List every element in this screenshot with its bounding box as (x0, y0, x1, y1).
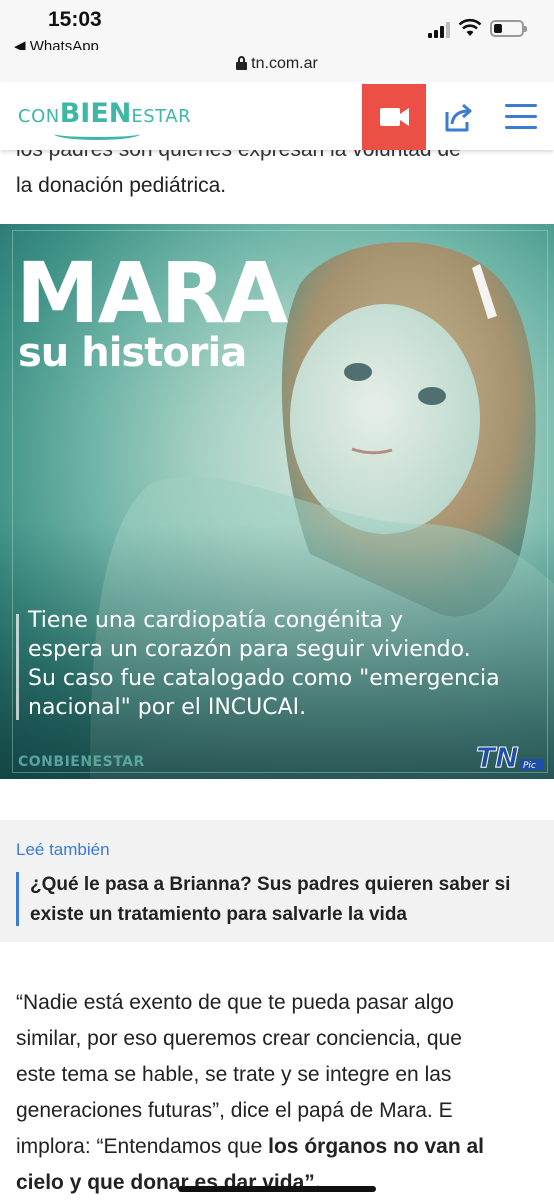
hero-brand-watermark: CONBIENESTAR (18, 754, 145, 770)
hamburger-menu-icon[interactable] (500, 104, 540, 130)
logo-suffix: ESTAR (131, 106, 192, 127)
quote-paragraph: “Nadie está exento de que te pueda pasar… (16, 985, 544, 1200)
logo-smile (54, 128, 140, 140)
quote-line-prefix: implora: “Entendamos que (16, 1135, 269, 1158)
battery-icon (490, 20, 527, 37)
home-indicator[interactable] (178, 1186, 376, 1192)
lead-text-line: la donación pediátrica. (16, 174, 227, 197)
logo-prefix: CON (18, 106, 60, 127)
related-label: Leé también (16, 840, 110, 859)
hero-title: MARA (16, 244, 288, 342)
quote-line: este tema se hable, se trate y se integr… (16, 1063, 452, 1086)
hero-caption: Tiene una cardiopatía congénita y espera… (28, 606, 554, 722)
related-article-link[interactable]: ¿Qué le pasa a Brianna? Sus padres quier… (30, 870, 540, 930)
quote-line: “Nadie está exento de que te pueda pasar… (16, 991, 454, 1014)
status-bar: 15:03 ◀ WhatsApp (0, 0, 554, 56)
wifi-icon (458, 18, 482, 36)
url-text: tn.com.ar (251, 55, 318, 72)
caption-line: Su caso fue catalogado como "emergencia (28, 666, 500, 691)
caption-line: espera un corazón para seguir viviendo. (28, 637, 471, 662)
quote-line-bold: los órganos no van al (268, 1135, 485, 1158)
related-article-box[interactable]: Leé también ¿Qué le pasa a Brianna? Sus … (0, 820, 554, 942)
cellular-signal-icon (428, 22, 452, 38)
conbienestar-logo[interactable]: CONBIENESTAR (18, 98, 192, 140)
quote-line: implora: “Entendamos que los órganos no … (16, 1129, 544, 1165)
caption-line: nacional" por el INCUCAI. (28, 695, 307, 720)
tn-logo-badge: Pic (523, 761, 536, 771)
related-bar (16, 872, 19, 926)
logo-main: BIEN (59, 98, 132, 129)
site-header: CONBIENESTAR (0, 84, 554, 150)
status-time: 15:03 (48, 8, 102, 31)
caption-bar (16, 614, 19, 720)
tn-logo: TN Pic (476, 742, 544, 772)
quote-line: generaciones futuras”, dice el papá de M… (16, 1099, 453, 1122)
hero-subtitle: su historia (18, 330, 247, 376)
video-button[interactable] (362, 84, 426, 150)
share-icon[interactable] (438, 98, 478, 136)
address-bar[interactable]: tn.com.ar (0, 50, 554, 82)
tn-logo-text: TN (476, 742, 519, 772)
video-camera-icon (380, 108, 409, 126)
lock-icon (236, 56, 248, 70)
caption-line: Tiene una cardiopatía congénita y (28, 608, 403, 633)
hero-image: MARA su historia Tiene una cardiopatía c… (0, 224, 554, 779)
quote-line: similar, por eso queremos crear concienc… (16, 1027, 462, 1050)
quote-cut-line: cielo y que donar es dar vida”. (16, 1165, 544, 1200)
